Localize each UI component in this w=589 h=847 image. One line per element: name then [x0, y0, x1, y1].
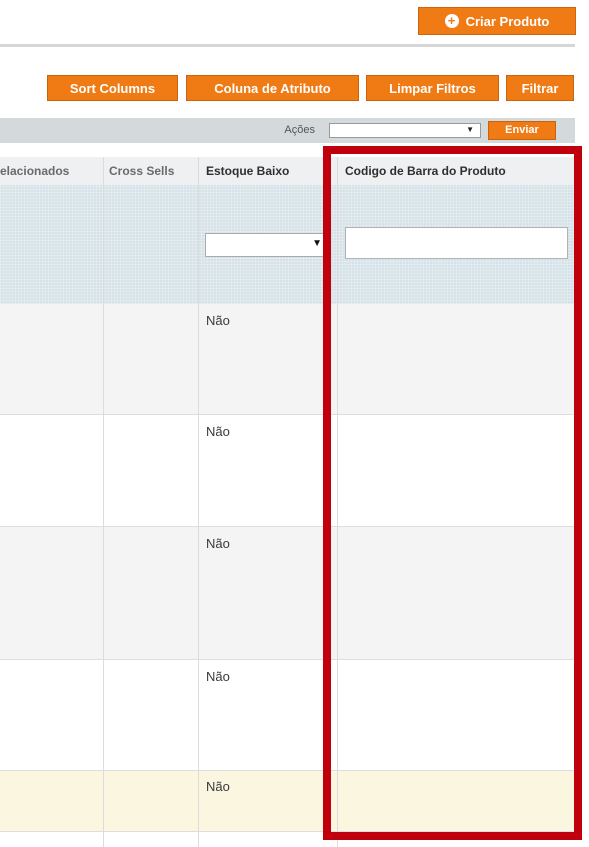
create-product-label: Criar Produto: [465, 14, 550, 29]
low-stock-value: Não: [206, 424, 230, 439]
grid-header-row: elacionados Cross Sells Estoque Baixo Co…: [0, 157, 575, 186]
sort-columns-button[interactable]: Sort Columns: [47, 75, 178, 101]
low-stock-value: Não: [206, 536, 230, 551]
chevron-down-icon: ▼: [312, 238, 322, 249]
submit-actions-button[interactable]: Enviar: [488, 121, 556, 140]
clear-filters-button[interactable]: Limpar Filtros: [366, 75, 499, 101]
column-header-low-stock[interactable]: Estoque Baixo: [206, 157, 326, 185]
column-divider: [198, 157, 199, 847]
low-stock-filter-select[interactable]: ▼: [205, 233, 325, 257]
column-header-related[interactable]: elacionados: [0, 157, 100, 185]
chevron-down-icon: ▼: [466, 125, 474, 134]
product-grid-page: + Criar Produto Sort Columns Coluna de At…: [0, 0, 589, 847]
low-stock-value: Não: [206, 779, 230, 794]
attribute-column-button[interactable]: Coluna de Atributo: [186, 75, 359, 101]
column-header-product-barcode[interactable]: Codigo de Barra do Produto: [345, 157, 570, 185]
create-product-button[interactable]: + Criar Produto: [418, 7, 576, 35]
column-divider: [103, 157, 104, 847]
table-row[interactable]: Não: [0, 415, 575, 527]
header-divider: [0, 44, 575, 47]
table-row[interactable]: Não: [0, 527, 575, 660]
table-row-selected[interactable]: Não: [0, 771, 575, 832]
table-row[interactable]: Não: [0, 660, 575, 771]
actions-select[interactable]: ▼: [329, 123, 481, 138]
column-header-cross-sells[interactable]: Cross Sells: [109, 157, 199, 185]
low-stock-value: Não: [206, 313, 230, 328]
product-barcode-filter-input[interactable]: [345, 227, 568, 259]
mass-actions-bar: Ações ▼ Enviar: [0, 118, 575, 143]
actions-label: Ações: [284, 124, 315, 136]
filter-button[interactable]: Filtrar: [506, 75, 574, 101]
column-divider: [337, 157, 338, 847]
low-stock-value: Não: [206, 669, 230, 684]
plus-circle-icon: +: [444, 14, 459, 29]
table-row[interactable]: Não: [0, 304, 575, 415]
